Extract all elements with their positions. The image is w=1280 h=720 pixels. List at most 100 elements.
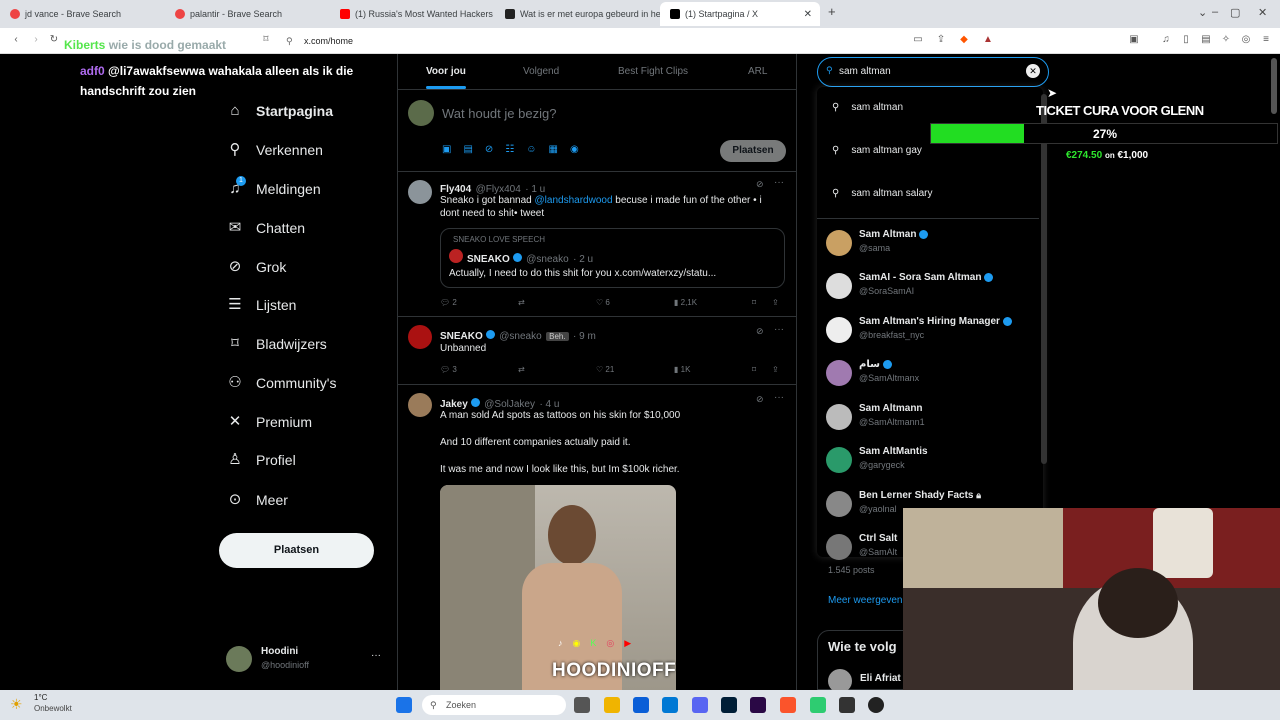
maximize-icon[interactable]: ▢ <box>1230 6 1240 19</box>
poll-icon[interactable]: ☷ <box>505 144 526 155</box>
browser-tab[interactable]: jd vance - Brave Search <box>0 2 165 26</box>
minimize-icon[interactable]: – <box>1212 6 1218 18</box>
wallet-icon[interactable]: ▤ <box>1200 34 1212 46</box>
compose-input[interactable]: Wat houdt je bezig? <box>442 106 556 121</box>
repost-button[interactable]: ⇄ <box>518 365 525 374</box>
outlook-icon[interactable] <box>662 697 678 713</box>
cast-icon[interactable]: ▭ <box>912 34 924 46</box>
brave-icon[interactable] <box>780 697 796 713</box>
user-result[interactable]: Sam Altmann @SamAltmann1 <box>826 401 1036 439</box>
share-icon[interactable]: ⇪ <box>772 365 779 374</box>
sidebar-icon[interactable]: ▯ <box>1180 34 1192 46</box>
location-icon[interactable]: ◉ <box>570 144 591 155</box>
show-more-link[interactable]: Meer weergeven <box>828 595 902 606</box>
tweet[interactable]: SNEAKO @sneako Beh. · 9 m ⊘ ··· Unbanned… <box>398 317 796 387</box>
nav-explore[interactable]: ⚲ Verkennen <box>226 141 323 159</box>
app-icon[interactable] <box>810 697 826 713</box>
address-bar[interactable]: ⚲ x.com/home <box>280 31 920 51</box>
follow-suggestion-name[interactable]: Eli Afriat <box>860 673 901 684</box>
user-result[interactable]: سام @SamAltmanx <box>826 357 1036 395</box>
gif-icon[interactable]: ▤ <box>463 144 484 155</box>
nav-more[interactable]: ⊙ Meer <box>226 491 288 509</box>
store-icon[interactable] <box>633 697 649 713</box>
back-icon[interactable]: ‹ <box>10 34 22 46</box>
bookmark-icon[interactable]: ⌑ <box>752 298 756 307</box>
task-view-icon[interactable] <box>574 697 590 713</box>
search-suggestion[interactable]: ⚲ sam altman salary <box>832 188 932 199</box>
account-switcher[interactable]: Hoodini @hoodinioff ··· <box>226 644 386 676</box>
nav-grok[interactable]: ⊘ Grok <box>226 258 287 276</box>
nav-premium[interactable]: ✕ Premium <box>226 413 312 431</box>
vpn-icon[interactable]: ◎ <box>1240 34 1252 46</box>
browser-tab[interactable]: Wat is er met europa gebeurd in hel <box>495 2 660 26</box>
reader-icon[interactable]: ▣ <box>1128 34 1140 46</box>
nav-home[interactable]: ⌂ Startpagina <box>226 102 333 120</box>
close-icon[interactable]: ✕ <box>1258 6 1267 19</box>
extensions-icon[interactable]: ✧ <box>1220 34 1232 46</box>
nav-communities[interactable]: ⚇ Community's <box>226 374 336 392</box>
views-button[interactable]: ▮ 2,1K <box>674 298 697 307</box>
more-icon[interactable]: ··· <box>774 324 784 335</box>
search-input[interactable]: ⚲ sam altman ✕ <box>817 57 1049 87</box>
tab-best-fight-clips[interactable]: Best Fight Clips <box>618 66 688 77</box>
music-icon[interactable]: ♫ <box>1160 34 1172 46</box>
new-tab-button[interactable]: + <box>828 4 836 19</box>
reply-button[interactable]: 💬︎ 2 <box>440 298 457 307</box>
menu-icon[interactable]: ≡ <box>1260 34 1272 46</box>
tab-following[interactable]: Volgend <box>523 66 559 77</box>
nav-bookmarks[interactable]: ⌑ Bladwijzers <box>226 335 327 353</box>
browser-tab[interactable]: palantir - Brave Search <box>165 2 330 26</box>
nav-chat[interactable]: ✉ Chatten <box>226 219 305 237</box>
views-button[interactable]: ▮ 1K <box>674 365 690 374</box>
share-icon[interactable]: ⇪ <box>772 298 779 307</box>
grok-icon[interactable]: ⊘ <box>756 394 764 405</box>
emoji-icon[interactable]: ☺ <box>526 144 548 155</box>
browser-tab-active[interactable]: (1) Startpagina / X ✕ <box>660 2 820 26</box>
taskbar-search[interactable]: ⚲ Zoeken <box>422 695 566 715</box>
discord-icon[interactable] <box>692 697 708 713</box>
grok-icon[interactable]: ⊘ <box>485 144 505 155</box>
app-icon[interactable] <box>839 697 855 713</box>
browser-tab[interactable]: (1) Russia's Most Wanted Hackers - Y <box>330 2 495 26</box>
forward-icon[interactable]: › <box>30 34 42 46</box>
windows-start-icon[interactable] <box>396 697 412 713</box>
user-result[interactable]: Sam AltMantis @garygeck <box>826 444 1036 482</box>
tab-for-you[interactable]: Voor jou <box>426 66 466 77</box>
share-icon[interactable]: ⇪ <box>935 34 947 46</box>
clear-search-icon[interactable]: ✕ <box>1026 64 1040 78</box>
search-suggestion[interactable]: ⚲ sam altman gay <box>832 145 922 156</box>
like-button[interactable]: ♡ 21 <box>596 365 614 374</box>
photoshop-icon[interactable] <box>721 697 737 713</box>
more-icon[interactable]: ··· <box>774 177 784 188</box>
reply-button[interactable]: 💬︎ 3 <box>440 365 457 374</box>
user-result[interactable]: Sam Altman's Hiring Manager @breakfast_ny… <box>826 314 1036 352</box>
grok-icon[interactable]: ⊘ <box>756 179 764 190</box>
like-button[interactable]: ♡ 6 <box>596 298 610 307</box>
bookmark-icon[interactable]: ⌑ <box>752 365 756 374</box>
more-icon[interactable]: ··· <box>774 392 784 403</box>
nav-notifications[interactable]: ♫ 1 Meldingen <box>226 176 321 198</box>
chevron-down-icon[interactable]: ⌄ <box>1198 6 1207 19</box>
tweet[interactable]: Fly404 @Flyx404 · 1 u ⊘ ··· Sneako i got… <box>398 172 796 317</box>
reload-icon[interactable]: ↻ <box>48 34 60 46</box>
image-icon[interactable]: ▣ <box>442 144 463 155</box>
dropdown-scrollbar[interactable] <box>1041 94 1047 464</box>
page-scrollbar[interactable] <box>1271 58 1277 114</box>
close-tab-icon[interactable]: ✕ <box>804 9 812 20</box>
obs-icon[interactable] <box>868 697 884 713</box>
compose-post-button[interactable]: Plaatsen <box>720 140 786 162</box>
post-button[interactable]: Plaatsen <box>219 533 374 568</box>
search-suggestion[interactable]: ⚲ sam altman <box>832 102 903 113</box>
more-icon[interactable]: ··· <box>371 650 381 661</box>
tab-arl[interactable]: ARL <box>748 66 767 77</box>
file-explorer-icon[interactable] <box>604 697 620 713</box>
user-result[interactable]: Sam Altman @sama <box>826 227 1036 265</box>
brave-shields-icon[interactable]: ◆ <box>958 34 970 46</box>
premiere-icon[interactable] <box>750 697 766 713</box>
repost-button[interactable]: ⇄ <box>518 298 525 307</box>
user-result[interactable]: SamAI - Sora Sam Altman @SoraSamAI <box>826 270 1036 308</box>
quote-tweet[interactable]: SNEAKO LOVE SPEECH SNEAKO @sneako · 2 u … <box>440 228 785 288</box>
nav-lists[interactable]: ☰ Lijsten <box>226 296 296 314</box>
grok-icon[interactable]: ⊘ <box>756 326 764 337</box>
schedule-icon[interactable]: ▦ <box>548 144 569 155</box>
